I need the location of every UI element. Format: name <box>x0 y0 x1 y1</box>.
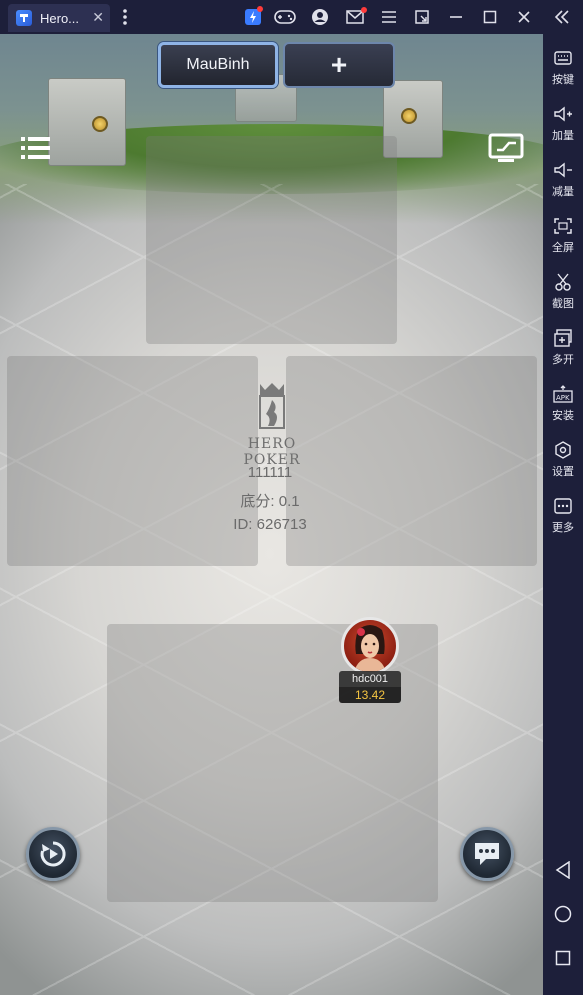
king-crest-icon <box>254 382 290 434</box>
sidebar-item-more[interactable]: 更多 <box>543 496 583 546</box>
mail-icon[interactable] <box>344 7 367 27</box>
base-bet: 底分: 0.1 <box>240 493 300 510</box>
player-avatar[interactable] <box>341 617 399 675</box>
sidebar-label: 减量 <box>552 185 574 198</box>
svg-text:APK: APK <box>556 394 570 402</box>
menu-icon[interactable] <box>378 7 400 27</box>
player-name: hdc001 <box>339 671 401 687</box>
sidebar-label: 更多 <box>552 521 574 534</box>
sidebar-item-volume-down[interactable]: 减量 <box>543 160 583 210</box>
scissors-icon <box>552 272 574 292</box>
app-icon <box>16 10 32 26</box>
tab-title: Hero... <box>40 10 80 26</box>
more-icon <box>552 496 574 516</box>
screen-display-icon[interactable] <box>488 132 524 164</box>
account-icon[interactable] <box>309 7 331 27</box>
sidebar-label: 全屏 <box>552 241 574 254</box>
stone-pillar-left <box>48 78 126 166</box>
sidebar-label: 安装 <box>552 409 574 422</box>
sidebar-item-settings[interactable]: 设置 <box>543 440 583 490</box>
gem-ornament-left <box>92 116 108 132</box>
emulator-sidebar: 按键 加量 减量 全屏 截图 多开 APK 安装 设置 更多 <box>543 34 583 995</box>
multi-instance-icon <box>552 328 574 348</box>
sidebar-label: 截图 <box>552 297 574 310</box>
recents-icon[interactable] <box>543 946 583 970</box>
volume-down-icon <box>552 160 574 180</box>
sidebar-label: 多开 <box>552 353 574 366</box>
chat-button[interactable] <box>460 827 514 881</box>
keyboard-icon <box>552 48 574 68</box>
collapse-sidebar-icon[interactable] <box>551 7 573 27</box>
close-icon[interactable] <box>513 7 535 27</box>
maximize-icon[interactable] <box>479 7 501 27</box>
chat-icon <box>475 843 499 865</box>
list-menu-icon[interactable] <box>20 134 52 162</box>
seat-left[interactable] <box>7 356 258 566</box>
sidebar-label: 设置 <box>552 465 574 478</box>
window-restore-icon[interactable] <box>411 7 433 27</box>
add-tab-button[interactable]: + <box>283 42 395 88</box>
sidebar-item-multi-instance[interactable]: 多开 <box>543 328 583 378</box>
seat-right[interactable] <box>286 356 537 566</box>
sidebar-item-volume-up[interactable]: 加量 <box>543 104 583 154</box>
home-icon[interactable] <box>543 902 583 926</box>
sidebar-item-keymap[interactable]: 按键 <box>543 48 583 98</box>
more-vert-icon[interactable] <box>114 7 136 27</box>
game-tab-maubinh[interactable]: MauBinh <box>158 42 278 88</box>
settings-icon <box>552 440 574 460</box>
room-id: ID: 626713 <box>233 516 307 533</box>
gamepad-icon[interactable] <box>274 7 296 27</box>
minimize-icon[interactable] <box>445 7 467 27</box>
sidebar-item-screenshot[interactable]: 截图 <box>543 272 583 322</box>
game-viewport[interactable]: HERO POKER 111111 底分: 0.1 ID: 626713 Mau… <box>0 34 543 995</box>
player-balance: 13.42 <box>339 687 401 703</box>
sidebar-item-install-apk[interactable]: APK 安装 <box>543 384 583 434</box>
gem-ornament-right <box>401 108 417 124</box>
sidebar-label: 加量 <box>552 129 574 142</box>
fullscreen-icon <box>552 216 574 236</box>
boost-icon[interactable] <box>242 6 264 27</box>
player-hdc001[interactable]: hdc001 13.42 <box>339 617 401 703</box>
room-name: 111111 <box>247 464 293 481</box>
volume-up-icon <box>552 104 574 124</box>
replay-icon <box>40 841 66 867</box>
tab-close-icon[interactable]: ✕ <box>92 9 104 26</box>
back-icon[interactable] <box>543 858 583 882</box>
title-bar: Hero... ✕ <box>0 0 583 34</box>
app-tab[interactable]: Hero... ✕ <box>8 4 110 32</box>
apk-install-icon: APK <box>552 384 574 404</box>
replay-button[interactable] <box>26 827 80 881</box>
sidebar-item-fullscreen[interactable]: 全屏 <box>543 216 583 266</box>
sidebar-label: 按键 <box>552 73 574 86</box>
hero-poker-logo: HERO POKER <box>222 382 322 468</box>
seat-top[interactable] <box>146 136 397 344</box>
